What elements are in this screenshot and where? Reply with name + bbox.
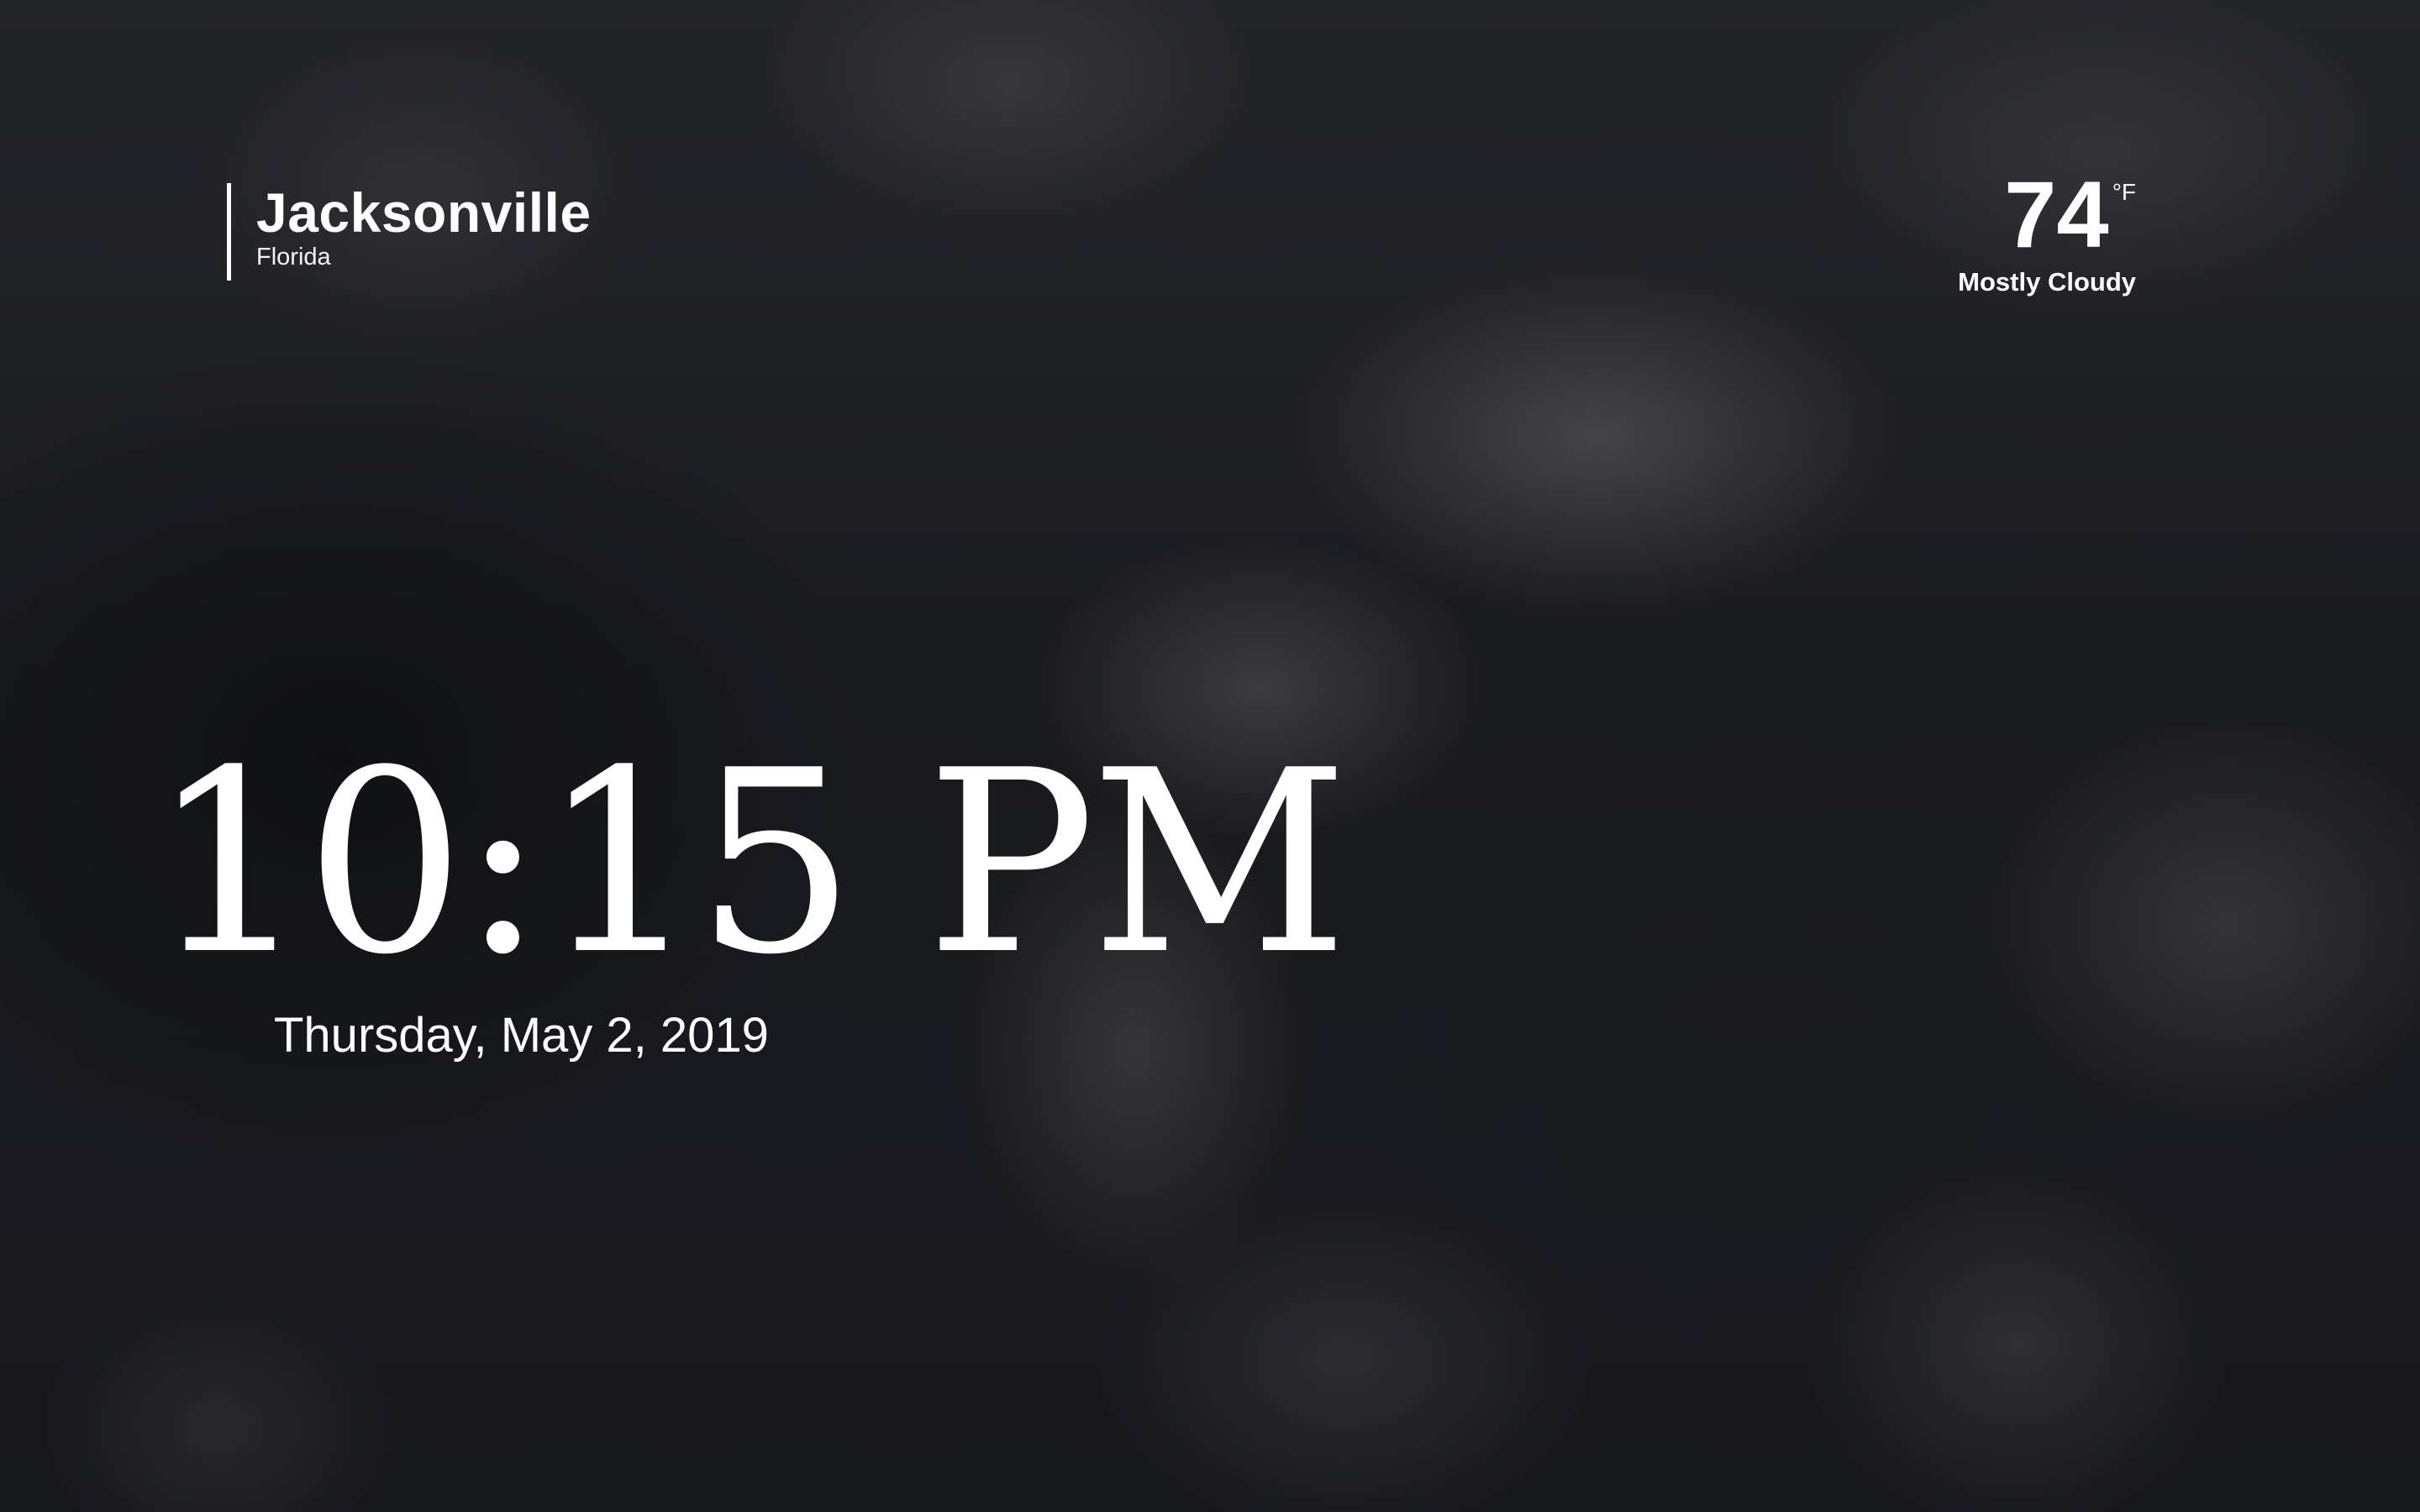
time-display: 10:15 PM — [150, 717, 1349, 1010]
city-name: Jacksonville — [256, 181, 592, 244]
temperature-row: 74 °F — [1918, 168, 2136, 262]
weather-condition: Mostly Cloudy — [1958, 267, 2136, 297]
clock-screen: Jacksonville Florida 74 °F Mostly Cloudy… — [0, 0, 2420, 1512]
date-display: Thursday, May 2, 2019 — [274, 1008, 769, 1063]
weather-block: 74 °F Mostly Cloudy — [1918, 168, 2136, 299]
temperature-value: 74 — [2004, 162, 2109, 267]
location-block: Jacksonville Florida — [227, 183, 592, 281]
temperature-unit: °F — [2112, 179, 2136, 205]
state-name: Florida — [256, 244, 331, 270]
